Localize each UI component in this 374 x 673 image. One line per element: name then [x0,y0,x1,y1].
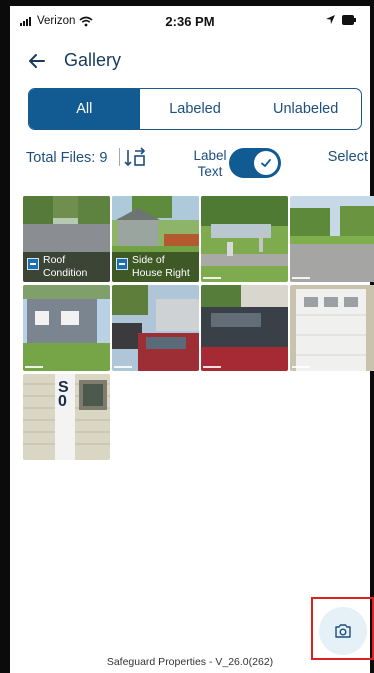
select-button[interactable]: Select [328,149,368,165]
device-frame-left [0,0,10,673]
tab-labeled[interactable]: Labeled [140,89,251,129]
back-button[interactable] [22,46,52,76]
photo-timestamp-mark [25,366,43,368]
label-checkbox-icon [116,258,128,270]
label-checkbox-icon [27,258,39,270]
photo-thumbnail-3[interactable] [201,196,288,282]
photo-label-line1: Side of [132,254,165,266]
photo-label-line2: Condition [43,267,88,279]
label-text-line1: Label [193,148,227,163]
battery-icon [342,14,356,25]
sort-button[interactable] [122,146,148,170]
photo-thumbnail-4[interactable] [290,196,374,282]
header: Gallery [10,42,370,78]
photo-label-text: Side of House Right [132,254,197,280]
highlight-box [311,597,374,660]
app-version-footer: Safeguard Properties - V_26.0(262) [106,656,274,668]
photo-red-car [112,285,199,371]
photo-garage-door [290,285,374,371]
photo-timestamp-mark [292,366,310,368]
status-right [325,14,356,25]
photo-thumbnail-2[interactable]: Side of House Right [112,196,199,282]
toggle-knob [254,151,278,175]
gallery-toolbar: Total Files: 9 Label Text Select [10,144,370,184]
total-files-count: Total Files: 9 [26,150,108,166]
location-arrow-icon [326,15,335,24]
photo-thumbnail-8[interactable] [290,285,374,371]
photo-label-text: Roof Condition [43,254,108,280]
photo-thumbnail-5[interactable] [23,285,110,371]
photo-house-number: S 0 [23,374,110,460]
photo-thumbnail-9[interactable]: S 0 [23,374,110,460]
status-bar: Verizon 2:36 PM [10,6,370,36]
photo-thumbnail-1[interactable]: Roof Condition [23,196,110,282]
sort-icon [124,147,146,167]
photo-driveway-cars [201,285,288,371]
filter-tabs: All Labeled Unlabeled [28,88,362,130]
photo-label-line2: House Right [132,267,190,279]
back-arrow-icon [29,54,45,68]
photo-timestamp-mark [292,277,310,279]
status-time: 2:36 PM [165,14,215,29]
label-text-caption: Label Text [188,148,232,180]
check-icon [261,159,271,168]
tab-unlabeled[interactable]: Unlabeled [250,89,361,129]
photo-label-overlay: Roof Condition [23,252,110,282]
photo-road [290,196,374,282]
photo-thumbnail-6[interactable] [112,285,199,371]
svg-text:0: 0 [58,393,67,410]
photo-timestamp-mark [203,277,221,279]
toolbar-divider [119,148,120,166]
photo-street-hydrant [201,196,288,282]
photo-timestamp-mark [114,366,132,368]
photo-label-line1: Roof [43,254,66,266]
page-title: Gallery [64,50,122,70]
tab-all[interactable]: All [29,89,140,129]
photo-label-overlay: Side of House Right [112,252,199,282]
label-text-toggle[interactable] [229,148,281,178]
label-text-line2: Text [197,164,223,179]
photo-timestamp-mark [203,366,221,368]
photo-house-front [23,285,110,371]
photo-thumbnail-7[interactable] [201,285,288,371]
